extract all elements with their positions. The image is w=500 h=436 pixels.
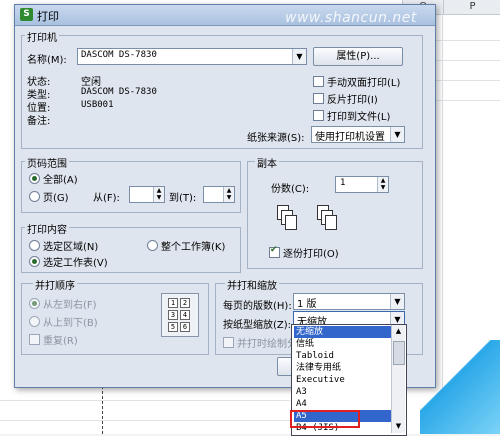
reverse-print-checkbox[interactable] bbox=[313, 93, 324, 104]
entire-workbook-label[interactable]: 整个工作簿(K) bbox=[161, 238, 225, 253]
check-icon: ✔ bbox=[270, 245, 278, 255]
dialog-title: 打印 bbox=[37, 10, 59, 23]
printer-name-label: 名称(M): bbox=[27, 55, 67, 66]
type-value: DASCOM DS-7830 bbox=[81, 87, 157, 97]
order-group-label: 并打顺序 bbox=[33, 277, 77, 292]
collate-pages-icon bbox=[277, 205, 357, 241]
left-right-radio[interactable] bbox=[29, 298, 40, 309]
order-page-4: 4 bbox=[180, 310, 190, 320]
scale-option[interactable]: Tabloid bbox=[294, 350, 392, 362]
order-page-2: 2 bbox=[180, 298, 190, 308]
grid-line bbox=[434, 60, 500, 61]
top-bottom-label[interactable]: 从上到下(B) bbox=[43, 314, 98, 329]
draw-border-checkbox[interactable] bbox=[223, 337, 234, 348]
zoom-group-label: 并打和缩放 bbox=[225, 277, 279, 292]
page-break-line bbox=[102, 386, 104, 434]
page-range-group-label: 页码范围 bbox=[25, 155, 69, 170]
manual-duplex-checkbox[interactable] bbox=[313, 76, 324, 87]
spin-arrows-icon[interactable]: ▲ ▼ bbox=[377, 177, 388, 192]
app-icon: S bbox=[20, 8, 33, 21]
scroll-down-icon[interactable]: ▼ bbox=[393, 421, 404, 431]
paper-source-value: 使用打印机设置 bbox=[315, 132, 385, 143]
paper-source-select[interactable]: 使用打印机设置 ▼ bbox=[311, 126, 405, 143]
scale-option[interactable]: Executive bbox=[294, 374, 392, 386]
page-range-pages-radio[interactable] bbox=[29, 191, 40, 202]
watermark-text: www.shancun.net bbox=[285, 10, 417, 26]
copies-count-value: 1 bbox=[340, 178, 346, 188]
print-to-file-label[interactable]: 打印到文件(L) bbox=[327, 108, 390, 123]
pages-per-sheet-select[interactable]: 1 版 ▼ bbox=[293, 293, 405, 310]
collate-checkbox[interactable]: ✔ bbox=[269, 245, 280, 258]
location-value: USB001 bbox=[81, 100, 114, 110]
properties-button[interactable]: 属性(P)... bbox=[313, 47, 403, 66]
grid-line bbox=[434, 40, 500, 41]
scale-option[interactable]: 信纸 bbox=[294, 338, 392, 350]
top-bottom-radio[interactable] bbox=[29, 316, 40, 327]
repeat-checkbox[interactable] bbox=[29, 334, 40, 345]
grid-line bbox=[434, 100, 500, 101]
printer-name-select[interactable]: DASCOM DS-7830 ▼ bbox=[77, 48, 307, 65]
page-range-all-radio[interactable] bbox=[29, 173, 40, 184]
copies-group-label: 副本 bbox=[255, 155, 279, 170]
spin-arrows-icon[interactable]: ▲ ▼ bbox=[223, 187, 234, 202]
printer-name-value: DASCOM DS-7830 bbox=[81, 50, 157, 60]
grid-line bbox=[0, 400, 290, 401]
copies-count-input[interactable]: 1 ▲ ▼ bbox=[335, 176, 389, 193]
status-value: 空闲 bbox=[81, 77, 101, 88]
chevron-down-icon: ▼ bbox=[390, 127, 404, 142]
scale-option[interactable]: A4 bbox=[294, 398, 392, 410]
grid-line bbox=[0, 420, 290, 421]
left-right-label[interactable]: 从左到右(F) bbox=[43, 296, 97, 311]
order-preview-icon: 1 2 3 4 5 6 bbox=[161, 293, 199, 337]
order-page-3: 3 bbox=[168, 310, 178, 320]
dropdown-scrollbar[interactable]: ▲ ▼ bbox=[391, 325, 405, 433]
page-from-label: 从(F): bbox=[93, 193, 120, 204]
scale-label: 按纸型缩放(Z): bbox=[223, 320, 292, 331]
chevron-down-icon: ▼ bbox=[292, 49, 306, 64]
page-range-all-label[interactable]: 全部(A) bbox=[43, 171, 78, 186]
page-from-input[interactable]: ▲ ▼ bbox=[129, 186, 165, 203]
repeat-label[interactable]: 重复(R) bbox=[43, 332, 78, 347]
page-range-pages-label[interactable]: 页(G) bbox=[43, 189, 69, 204]
print-to-file-checkbox[interactable] bbox=[313, 110, 324, 121]
highlight-callout bbox=[290, 410, 360, 428]
manual-duplex-label[interactable]: 手动双面打印(L) bbox=[327, 74, 400, 89]
print-what-group-label: 打印内容 bbox=[25, 221, 69, 236]
scale-option[interactable]: A3 bbox=[294, 386, 392, 398]
active-sheet-radio[interactable] bbox=[29, 256, 40, 267]
pages-per-sheet-value: 1 版 bbox=[297, 299, 317, 310]
scale-option[interactable]: 无缩放 bbox=[294, 326, 392, 338]
dialog-titlebar[interactable]: S 打印 www.shancun.net bbox=[15, 5, 435, 26]
page-to-label: 到(T): bbox=[169, 193, 197, 204]
selection-label[interactable]: 选定区域(N) bbox=[43, 238, 98, 253]
comment-label: 备注: bbox=[27, 116, 51, 127]
chevron-down-icon: ▼ bbox=[390, 294, 404, 309]
grid-line bbox=[434, 80, 500, 81]
paper-source-label: 纸张来源(S): bbox=[247, 133, 305, 144]
copies-count-label: 份数(C): bbox=[271, 184, 310, 195]
collate-label[interactable]: 逐份打印(O) bbox=[283, 245, 339, 260]
page-to-input[interactable]: ▲ ▼ bbox=[203, 186, 235, 203]
selection-radio[interactable] bbox=[29, 240, 40, 251]
reverse-print-label[interactable]: 反片打印(I) bbox=[327, 91, 378, 106]
column-header-p[interactable]: P bbox=[443, 0, 500, 15]
order-page-6: 6 bbox=[180, 322, 190, 332]
active-sheet-label[interactable]: 选定工作表(V) bbox=[43, 254, 108, 269]
scroll-thumb[interactable] bbox=[393, 341, 405, 365]
pages-per-sheet-label: 每页的版数(H): bbox=[223, 301, 292, 312]
scale-option[interactable]: 法律专用纸 bbox=[294, 362, 392, 374]
order-page-5: 5 bbox=[168, 322, 178, 332]
scroll-up-icon[interactable]: ▲ bbox=[393, 326, 404, 336]
spin-arrows-icon[interactable]: ▲ ▼ bbox=[153, 187, 164, 202]
order-page-1: 1 bbox=[168, 298, 178, 308]
printer-group-label: 打印机 bbox=[25, 29, 59, 44]
entire-workbook-radio[interactable] bbox=[147, 240, 158, 251]
